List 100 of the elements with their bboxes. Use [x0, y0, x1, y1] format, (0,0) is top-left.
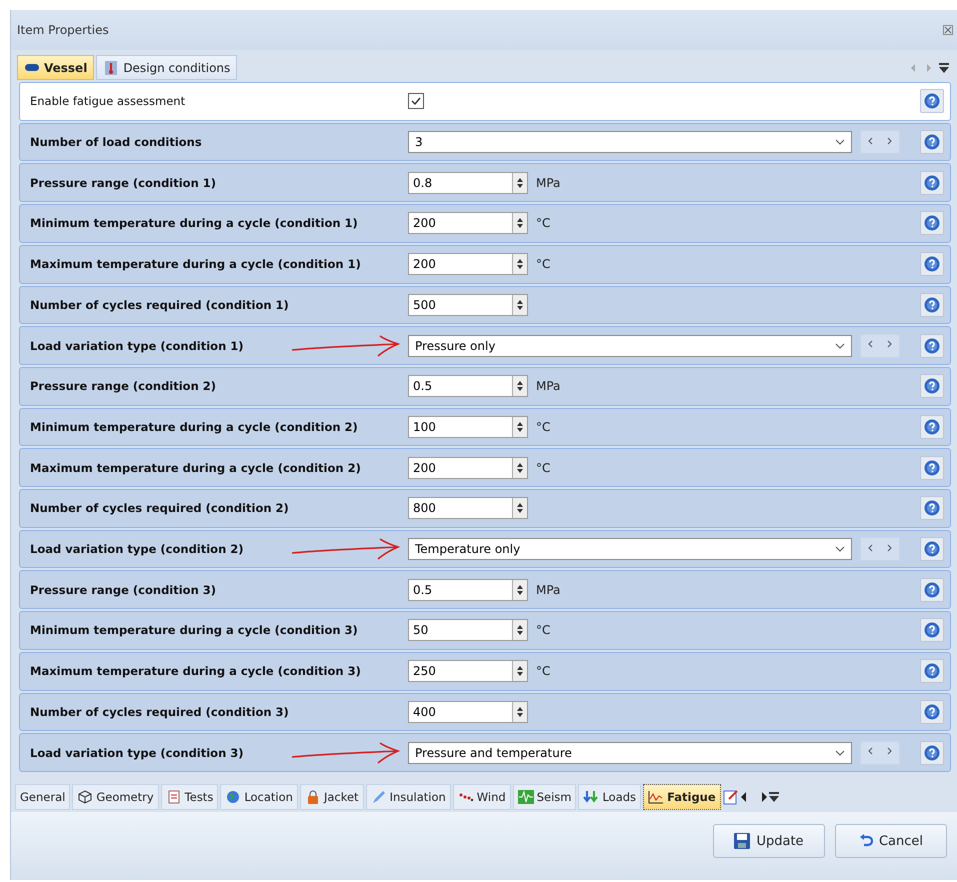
number-field[interactable]: 100 [408, 416, 528, 438]
help-button[interactable] [920, 496, 944, 520]
dropdown-field[interactable]: Pressure only [408, 334, 852, 357]
property-label: Minimum temperature during a cycle (condition 1) [29, 216, 359, 230]
help-icon [924, 174, 940, 191]
angle-brackets-icon [867, 746, 893, 756]
help-icon [924, 256, 940, 272]
help-icon [924, 744, 940, 761]
menu-icon[interactable] [939, 62, 949, 72]
number-field[interactable]: 500 [408, 294, 528, 316]
tab[interactable]: Wind [452, 784, 511, 810]
spinner-arrows-icon[interactable] [516, 460, 524, 475]
number-field[interactable]: 0.5 [408, 578, 528, 601]
tab[interactable]: Insulation [366, 784, 451, 810]
number-field[interactable]: 0.5 [408, 375, 528, 398]
help-icon [924, 663, 940, 680]
spinner-arrows-icon[interactable] [516, 176, 524, 190]
number-field[interactable]: 400 [408, 700, 528, 723]
help-button[interactable] [920, 292, 944, 317]
help-button[interactable] [920, 252, 944, 276]
footer-button[interactable]: Update [713, 824, 825, 858]
property-label: Number of cycles required (condition 2) [29, 501, 290, 516]
number-field[interactable]: 200 [408, 456, 528, 479]
chevron-down-icon [835, 546, 845, 552]
notepad-icon[interactable] [722, 789, 739, 805]
help-button[interactable] [920, 740, 944, 765]
tab[interactable]: Loads [578, 784, 642, 810]
help-button[interactable] [920, 456, 944, 480]
checkbox[interactable] [408, 93, 424, 110]
help-button[interactable] [920, 130, 944, 154]
unit-label: °C [536, 257, 550, 272]
help-button[interactable] [920, 334, 944, 358]
scroll-arrows-icon[interactable] [740, 792, 767, 802]
property-label: Maximum temperature during a cycle (condition 3) [29, 664, 362, 678]
help-icon [924, 378, 940, 394]
footer-button[interactable]: Cancel [835, 824, 947, 858]
spinner-arrows-icon[interactable] [516, 257, 524, 272]
help-icon [924, 582, 940, 598]
tab[interactable]: General [15, 784, 70, 810]
spinner-arrows-icon[interactable] [516, 582, 524, 597]
spinner-arrows-icon[interactable] [516, 420, 524, 434]
thermometer-icon [103, 60, 120, 74]
help-button[interactable] [920, 618, 944, 642]
help-icon [924, 500, 940, 516]
angle-brackets-icon [867, 542, 893, 553]
dropdown-field[interactable]: Pressure and temperature [408, 742, 852, 764]
number-field[interactable]: 200 [408, 212, 528, 234]
spinner-arrows-icon[interactable] [516, 216, 524, 230]
spinner-arrows-icon[interactable] [516, 623, 524, 638]
help-button[interactable] [920, 89, 944, 114]
help-button[interactable] [920, 211, 944, 236]
tab[interactable]: Geometry [72, 784, 159, 810]
tab[interactable]: Vessel [17, 55, 94, 80]
property-label: Load variation type (condition 3) [29, 746, 245, 760]
unit-label: MPa [536, 379, 560, 394]
property-label: Number of load conditions [29, 135, 203, 150]
property-label: Enable fatigue assessment [29, 94, 186, 108]
number-field[interactable]: 800 [408, 497, 528, 520]
spinner-arrows-icon[interactable] [516, 298, 524, 312]
help-button[interactable] [920, 537, 944, 562]
down-arrows-icon [583, 790, 600, 804]
tab[interactable]: Design conditions [96, 55, 238, 80]
spinner-arrows-icon[interactable] [516, 704, 524, 719]
spinner-arrows-icon[interactable] [516, 501, 524, 516]
help-icon [924, 93, 940, 110]
unit-label: MPa [536, 582, 560, 597]
chevron-down-icon [835, 342, 845, 349]
cube-icon [77, 790, 94, 804]
tab[interactable]: Seism [512, 784, 576, 810]
help-button[interactable] [920, 578, 944, 602]
clipboard-icon [166, 790, 182, 804]
property-label: Load variation type (condition 2) [29, 542, 245, 556]
help-button[interactable] [920, 414, 944, 439]
property-label: Pressure range (condition 2) [29, 379, 218, 394]
unit-label: °C [536, 664, 550, 678]
number-field[interactable]: 0.8 [408, 172, 528, 194]
help-button[interactable] [920, 659, 944, 684]
help-button[interactable] [920, 374, 944, 398]
number-field[interactable]: 50 [408, 619, 528, 642]
property-label: Minimum temperature during a cycle (condition 3) [29, 623, 359, 638]
spinner-arrows-icon[interactable] [516, 664, 524, 678]
help-button[interactable] [920, 170, 944, 195]
tab[interactable]: Jacket [300, 784, 364, 810]
property-label: Number of cycles required (condition 1) [29, 298, 290, 312]
tab[interactable]: Location [220, 784, 298, 810]
number-field[interactable]: 250 [408, 660, 528, 682]
property-label: Pressure range (condition 3) [29, 582, 218, 597]
tab[interactable]: Tests [160, 784, 218, 810]
dropdown-field[interactable]: 3 [408, 131, 852, 154]
close-icon[interactable] [943, 25, 953, 35]
seismograph-icon [518, 790, 534, 804]
window-title: Item Properties [17, 23, 109, 37]
spinner-arrows-icon[interactable] [516, 379, 524, 394]
number-field[interactable]: 200 [408, 253, 528, 276]
tab[interactable]: Fatigue [643, 784, 721, 810]
property-label: Maximum temperature during a cycle (condition 2) [29, 460, 362, 475]
unit-label: °C [536, 216, 550, 230]
dropdown-field[interactable]: Temperature only [408, 538, 852, 560]
menu-icon[interactable] [768, 792, 779, 802]
help-button[interactable] [920, 700, 944, 724]
